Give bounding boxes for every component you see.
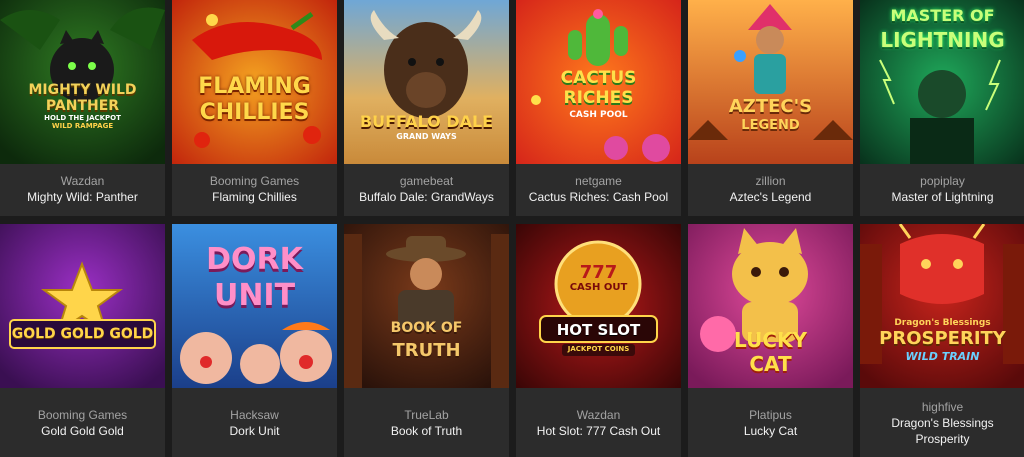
game-info: gamebeat Buffalo Dale: GrandWays [344, 174, 509, 205]
game-logo-line2: PANTHER [45, 98, 120, 114]
game-logo-line2: UNIT [213, 278, 296, 313]
game-thumbnail[interactable]: LUCKY CAT [688, 224, 853, 388]
game-thumbnail[interactable]: 777 CASH OUT HOT SLOT JACKPOT COINS [516, 224, 681, 388]
game-thumbnail[interactable]: AZTEC'S LEGEND [688, 0, 853, 164]
game-provider: Wazdan [60, 174, 105, 188]
game-provider: gamebeat [399, 174, 454, 188]
game-logo-line3: WILD TRAIN [905, 350, 980, 363]
game-title: Lucky Cat [743, 424, 798, 438]
game-provider: Booming Games [209, 174, 300, 188]
game-info: Wazdan Hot Slot: 777 Cash Out [516, 408, 681, 439]
game-provider: Platipus [749, 408, 792, 422]
game-card[interactable]: LUCKY CAT Platipus Lucky Cat [688, 224, 853, 457]
game-provider: Hacksaw [230, 408, 279, 422]
game-logo-line1: CACTUS [560, 68, 637, 88]
game-card[interactable]: AZTEC'S LEGEND zillion Aztec's Legend [688, 0, 853, 216]
game-info: Booming Games Gold Gold Gold [0, 408, 165, 439]
game-logo-line2: CHILLIES [199, 100, 310, 125]
game-provider: zillion [755, 174, 786, 188]
dragon-icon [860, 224, 1024, 388]
game-card[interactable]: DORK UNIT Hacksaw Dork Unit [172, 224, 337, 457]
game-logo-line1: MASTER OF [890, 6, 995, 25]
game-logo-line1: BOOK OF [390, 320, 463, 336]
game-title: Gold Gold Gold [41, 424, 124, 438]
game-logo-line4: JACKPOT COINS [567, 345, 630, 353]
game-logo-line1: BUFFALO DALE [359, 112, 494, 131]
game-thumbnail[interactable]: BOOK OF TRUTH [344, 224, 509, 388]
game-provider: TrueLab [404, 408, 449, 422]
game-logo-line2: TRUTH [392, 340, 461, 361]
game-title: Cactus Riches: Cash Pool [528, 190, 669, 204]
game-provider: popiplay [920, 174, 965, 188]
game-provider: netgame [575, 174, 622, 188]
coin-icon [516, 224, 681, 388]
game-grid: MIGHTY WILD PANTHER HOLD THE JACKPOT WIL… [0, 0, 1024, 457]
game-logo-line4: WILD RAMPAGE [51, 122, 114, 130]
game-info: TrueLab Book of Truth [344, 408, 509, 439]
game-info: highfive Dragon's Blessings Prosperity [860, 400, 1024, 447]
game-title: Dork Unit [229, 424, 280, 438]
game-thumbnail[interactable]: Dragon's Blessings PROSPERITY WILD TRAIN [860, 224, 1024, 388]
game-title: Hot Slot: 777 Cash Out [536, 424, 661, 438]
game-logo-line2: LIGHTNING [880, 28, 1005, 52]
game-logo-line2: PROSPERITY [879, 328, 1006, 349]
game-card[interactable]: 777 CASH OUT HOT SLOT JACKPOT COINS Wazd… [516, 224, 681, 457]
aztec-queen-icon [688, 0, 853, 164]
game-card[interactable]: GOLD GOLD GOLD Booming Games Gold Gold G… [0, 224, 165, 457]
game-title: Master of Lightning [891, 190, 994, 204]
game-logo-line3: HOT SLOT [556, 321, 641, 339]
game-card[interactable]: MASTER OF LIGHTNING popiplay Master of L… [860, 0, 1024, 216]
game-info: popiplay Master of Lightning [860, 174, 1024, 205]
game-thumbnail[interactable]: BUFFALO DALE GRAND WAYS [344, 0, 509, 164]
game-logo-line1: LUCKY [734, 328, 807, 352]
game-info: Wazdan Mighty Wild: Panther [0, 174, 165, 205]
game-title: Book of Truth [390, 424, 463, 438]
game-card[interactable]: MIGHTY WILD PANTHER HOLD THE JACKPOT WIL… [0, 0, 165, 216]
game-card[interactable]: FLAMING CHILLIES Booming Games Flaming C… [172, 0, 337, 216]
game-thumbnail[interactable]: GOLD GOLD GOLD [0, 224, 165, 388]
game-title: Dragon's Blessings Prosperity [891, 416, 994, 446]
game-info: Platipus Lucky Cat [688, 408, 853, 439]
game-logo-line2: GRAND WAYS [396, 132, 457, 141]
game-provider: Booming Games [37, 408, 128, 422]
game-logo-line1: 777 [579, 262, 618, 283]
game-provider: Wazdan [576, 408, 621, 422]
game-card[interactable]: Dragon's Blessings PROSPERITY WILD TRAIN… [860, 224, 1024, 457]
game-logo-line1: GOLD GOLD GOLD [11, 326, 154, 342]
game-logo-line1: MIGHTY WILD [28, 82, 137, 98]
game-title: Flaming Chillies [212, 190, 297, 204]
explorer-icon [344, 224, 509, 388]
game-title: Buffalo Dale: GrandWays [359, 190, 494, 204]
game-card[interactable]: CACTUS RICHES CASH POOL netgame Cactus R… [516, 0, 681, 216]
game-logo-line1: FLAMING [198, 74, 311, 99]
game-logo-line2: RICHES [563, 88, 634, 108]
game-logo-line1: Dragon's Blessings [894, 318, 991, 328]
game-logo-line1: AZTEC'S [728, 96, 813, 117]
game-logo-line3: HOLD THE JACKPOT [44, 114, 121, 122]
game-info: netgame Cactus Riches: Cash Pool [516, 174, 681, 205]
game-card[interactable]: BUFFALO DALE GRAND WAYS gamebeat Buffalo… [344, 0, 509, 216]
game-logo-line2: CASH OUT [569, 282, 628, 293]
game-provider: highfive [921, 400, 964, 414]
game-thumbnail[interactable]: CACTUS RICHES CASH POOL [516, 0, 681, 164]
game-thumbnail[interactable]: MIGHTY WILD PANTHER HOLD THE JACKPOT WIL… [0, 0, 165, 164]
game-info: Hacksaw Dork Unit [172, 408, 337, 439]
game-title: Aztec's Legend [729, 190, 812, 204]
game-info: Booming Games Flaming Chillies [172, 174, 337, 205]
game-info: zillion Aztec's Legend [688, 174, 853, 205]
game-logo-line2: LEGEND [741, 118, 800, 133]
game-card[interactable]: BOOK OF TRUTH TrueLab Book of Truth [344, 224, 509, 457]
game-logo-line2: CAT [749, 352, 792, 376]
game-thumbnail[interactable]: DORK UNIT [172, 224, 337, 388]
star-icon [0, 224, 165, 388]
game-logo-line3: CASH POOL [569, 110, 628, 120]
game-logo-line1: DORK [206, 242, 303, 277]
game-title: Mighty Wild: Panther [27, 190, 138, 204]
game-thumbnail[interactable]: MASTER OF LIGHTNING [860, 0, 1024, 164]
game-thumbnail[interactable]: FLAMING CHILLIES [172, 0, 337, 164]
